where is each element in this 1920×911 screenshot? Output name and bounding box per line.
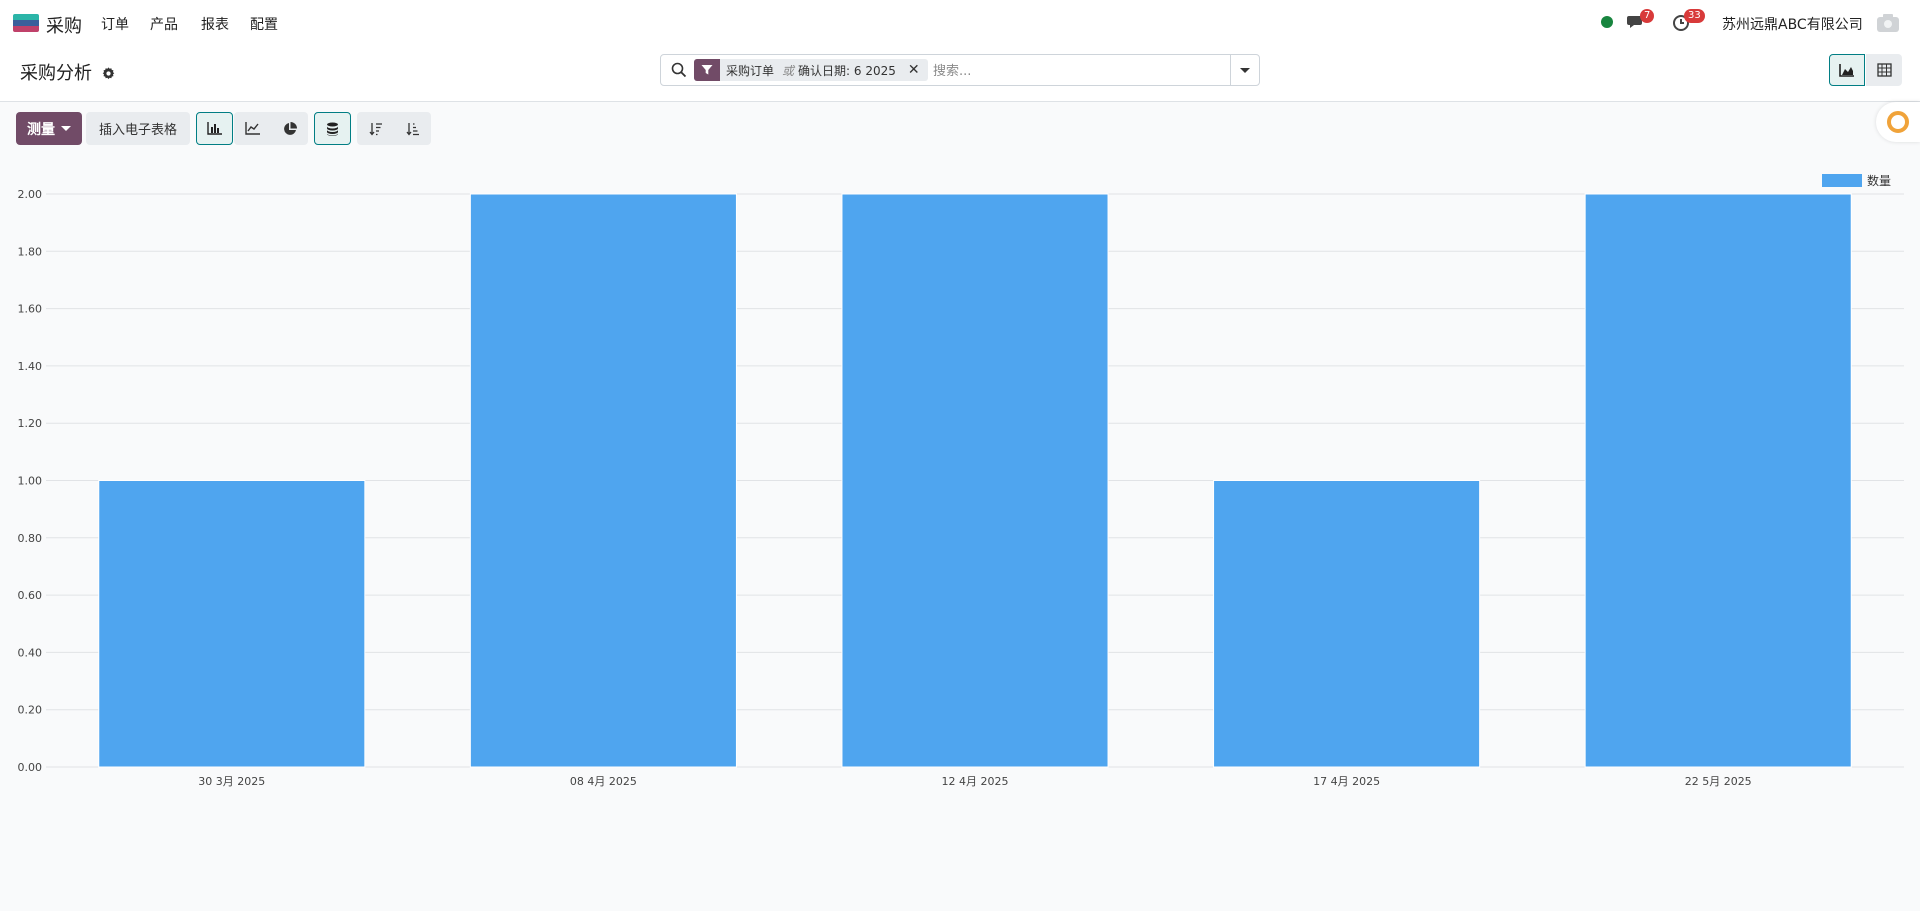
x-tick-label: 08 4月 2025 (570, 775, 637, 788)
graph-view-content: 测量 插入电子表格 0.00 0.20 0.40 0.60 0.80 1.00 … (0, 102, 1920, 911)
menu-configuration[interactable]: 配置 (250, 14, 278, 34)
camera-icon (1877, 14, 1899, 32)
app-logo-icon[interactable] (13, 14, 39, 32)
messages-badge: 7 (1640, 9, 1655, 23)
messages-button[interactable]: 7 (1626, 9, 1655, 34)
line-chart-icon (245, 122, 260, 135)
area-chart-icon (1839, 64, 1854, 77)
y-tick-label: 0.80 (18, 532, 43, 545)
company-switcher[interactable]: 苏州远鼎ABC有限公司 (1722, 14, 1863, 34)
facet-value-orders: 采购订单 (726, 63, 775, 78)
x-tick-label: 30 3月 2025 (198, 775, 265, 788)
search-bar[interactable]: 采购订单 或 确认日期: 6 2025 ✕ (660, 54, 1260, 86)
sort-ascending-button[interactable] (394, 112, 431, 145)
stacked-toggle-button[interactable] (314, 112, 351, 145)
search-facet[interactable]: 采购订单 或 确认日期: 6 2025 ✕ (694, 59, 928, 81)
status-online-indicator[interactable] (1601, 16, 1613, 28)
y-tick-label: 1.00 (18, 475, 43, 488)
activities-badge: 33 (1684, 9, 1705, 23)
y-tick-label: 1.20 (18, 417, 43, 430)
view-switch-graph[interactable] (1829, 54, 1865, 86)
x-tick-labels: 30 3月 2025 08 4月 2025 12 4月 2025 17 4月 2025… (198, 775, 1751, 788)
x-tick-label: 12 4月 2025 (942, 775, 1009, 788)
y-tick-label: 1.80 (18, 245, 43, 258)
sort-ascending-icon (405, 122, 419, 136)
bar[interactable] (1213, 480, 1481, 768)
y-tick-label: 0.00 (18, 761, 43, 774)
measure-label: 测量 (27, 121, 55, 138)
settings-gear-icon[interactable] (102, 64, 115, 85)
y-tick-label: 2.00 (18, 188, 43, 201)
activities-button[interactable]: 33 (1672, 9, 1705, 34)
bar[interactable] (1584, 193, 1852, 768)
sort-descending-icon (368, 122, 382, 136)
pie-chart-button[interactable] (271, 112, 308, 145)
x-tick-label: 22 5月 2025 (1685, 775, 1752, 788)
filter-icon (694, 59, 720, 81)
breadcrumb: 采购分析 (20, 59, 115, 85)
caret-down-icon (61, 126, 71, 131)
facet-or-separator: 或 (782, 63, 795, 78)
measure-dropdown-button[interactable]: 测量 (16, 112, 82, 145)
sort-descending-button[interactable] (357, 112, 394, 145)
insert-spreadsheet-button[interactable]: 插入电子表格 (86, 112, 190, 145)
legend-label: 数量 (1867, 174, 1892, 188)
view-switch-pivot[interactable] (1866, 54, 1902, 86)
facet-value-date: 确认日期: 6 2025 (798, 63, 896, 78)
y-tick-label: 1.60 (18, 303, 43, 316)
pie-chart-icon (283, 121, 297, 135)
y-tick-label: 0.40 (18, 646, 43, 659)
database-stack-icon (327, 122, 338, 136)
assistant-icon (1887, 111, 1909, 133)
search-input[interactable] (931, 59, 1195, 83)
y-tick-label: 0.60 (18, 589, 43, 602)
menu-orders[interactable]: 订单 (101, 14, 129, 34)
line-chart-button[interactable] (234, 112, 271, 145)
app-name[interactable]: 采购 (46, 12, 82, 38)
user-avatar[interactable] (1876, 12, 1900, 34)
bar-chart-icon (207, 122, 222, 135)
search-icon (671, 62, 687, 82)
search-options-toggle[interactable] (1230, 55, 1259, 85)
x-tick-label: 17 4月 2025 (1313, 775, 1380, 788)
bars (98, 193, 1852, 768)
bar[interactable] (469, 193, 737, 768)
bar[interactable] (841, 193, 1109, 768)
control-panel: 采购分析 采购订单 或 确认日期: 6 2025 ✕ (0, 46, 1920, 102)
caret-down-icon (1240, 67, 1250, 73)
facet-remove-icon[interactable]: ✕ (902, 62, 928, 78)
chart-legend[interactable]: 数量 (1822, 172, 1891, 189)
legend-swatch (1822, 174, 1862, 187)
bar-chart: 0.00 0.20 0.40 0.60 0.80 1.00 1.20 1.40 1.60 1.80… (18, 188, 1904, 788)
bar[interactable] (98, 480, 366, 768)
top-navbar: 采购 订单 产品 报表 配置 7 33 苏州远鼎ABC有限公司 (0, 0, 1920, 46)
page-title: 采购分析 (20, 63, 92, 84)
y-tick-labels: 0.00 0.20 0.40 0.60 0.80 1.00 1.20 1.40 1.60 1.80… (18, 188, 43, 774)
assistant-bubble[interactable] (1876, 102, 1920, 142)
menu-reports[interactable]: 报表 (201, 14, 229, 34)
menu-products[interactable]: 产品 (150, 14, 178, 34)
y-tick-label: 0.20 (18, 704, 43, 717)
y-tick-label: 1.40 (18, 360, 43, 373)
table-icon (1876, 63, 1892, 77)
bar-chart-button[interactable] (196, 112, 233, 145)
